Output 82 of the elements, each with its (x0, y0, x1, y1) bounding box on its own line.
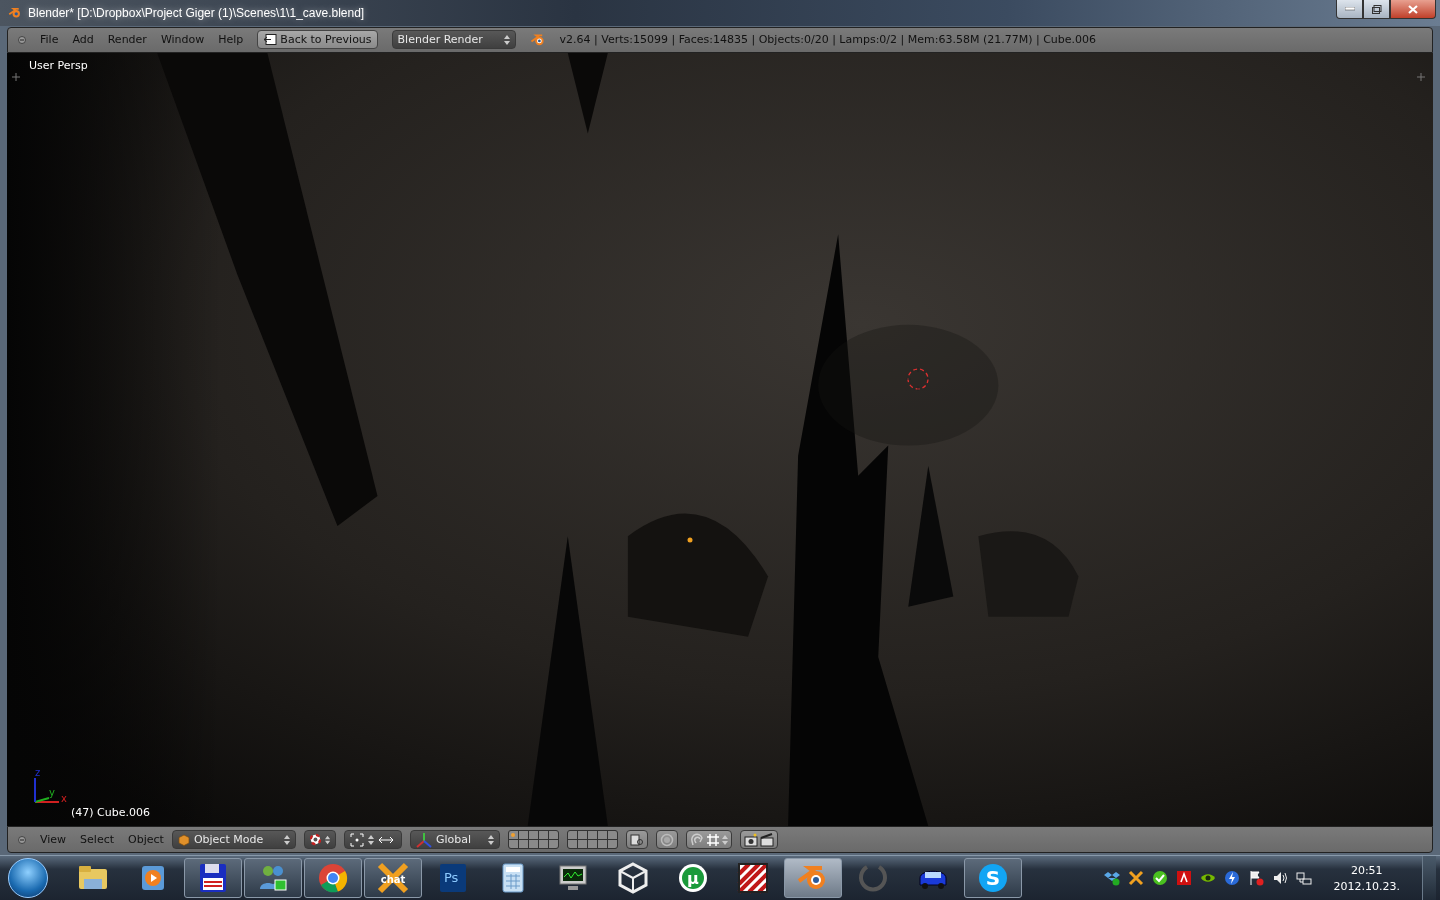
taskbar-button[interactable]: chat (364, 858, 422, 898)
adobe-icon[interactable] (1175, 870, 1192, 886)
dropbox-icon[interactable] (1103, 870, 1120, 886)
start-button[interactable] (8, 858, 48, 898)
menu-item[interactable]: View (40, 833, 67, 846)
pivot-dropdown[interactable] (343, 830, 402, 849)
up-down-arrows-icon (324, 834, 330, 845)
taskbar-button[interactable]: µ (664, 858, 722, 898)
camera-icon (743, 832, 758, 847)
maximize-button[interactable] (1363, 0, 1390, 19)
proportional-edit-button[interactable] (655, 830, 678, 849)
back-screen-icon (263, 34, 278, 46)
scene-stats: v2.64 | Verts:15099 | Faces:14835 | Objects:0/20 | Lamps:0/2 | Mem:63.58M (21.77M) | Cube.006 (559, 33, 1097, 47)
magnet-icon (689, 832, 704, 847)
menu-item[interactable]: Add (72, 33, 94, 47)
up-down-arrows-icon (503, 34, 510, 45)
taskbar-button[interactable]: S (964, 858, 1022, 898)
menu-item[interactable]: Help (218, 33, 244, 47)
collapse-icon[interactable] (18, 835, 26, 844)
up-down-arrows-icon (283, 834, 290, 845)
show-desktop-button[interactable] (1422, 855, 1436, 900)
up-down-arrows-icon (721, 834, 728, 845)
cube-icon (616, 861, 650, 895)
check-icon[interactable] (1151, 870, 1168, 886)
taskbar-button[interactable]: Ps (424, 858, 482, 898)
minimize-icon (1344, 7, 1355, 11)
shading-dropdown[interactable] (303, 830, 336, 849)
clapperboard-icon (759, 832, 774, 847)
speaker-icon[interactable] (1271, 870, 1288, 886)
network-icon[interactable] (1295, 870, 1312, 886)
menu-item[interactable]: Render (107, 33, 147, 47)
layer-buttons[interactable] (566, 830, 618, 849)
bounding-box-icon (349, 832, 364, 847)
skype-icon: S (976, 861, 1010, 895)
close-button[interactable] (1390, 0, 1436, 19)
mode-dropdown[interactable]: Object Mode (171, 830, 296, 849)
origin-dot-icon (687, 536, 693, 543)
axes-icon (415, 831, 432, 848)
menu-item[interactable]: Select (80, 833, 115, 846)
axis-label: z (35, 768, 41, 778)
lock-icon (629, 832, 644, 847)
collapse-icon[interactable] (18, 35, 26, 44)
crosshair-icon (906, 366, 930, 391)
blender-logo-icon (8, 5, 22, 20)
minimize-button[interactable] (1336, 0, 1363, 19)
orientation-dropdown[interactable]: Global (409, 830, 500, 849)
render-engine-dropdown[interactable]: Blender Render (391, 30, 516, 50)
taskbar-button[interactable] (304, 858, 362, 898)
cube-icon (177, 833, 190, 846)
back-to-previous-button[interactable]: Back to Previous (257, 30, 378, 50)
plus-icon[interactable] (1417, 72, 1425, 81)
snap-button[interactable] (685, 830, 732, 849)
menu-item[interactable]: Object (128, 833, 164, 846)
taskbar-button[interactable] (184, 858, 242, 898)
close-icon (1408, 4, 1418, 14)
lifebuoy-icon (309, 833, 321, 846)
cross-icon[interactable] (1127, 870, 1144, 886)
axis-label: y (49, 787, 55, 798)
torrent-icon: µ (676, 861, 710, 895)
object-label: (47) Cube.006 (71, 806, 150, 819)
window-title: Blender* [D:\Dropbox\Project Giger (1)\Scenes\1\1_cave.blend] (28, 5, 365, 20)
blender-logo-icon (529, 32, 546, 47)
layer-buttons[interactable] (507, 830, 559, 849)
axis-gizmo-drawing (34, 777, 60, 803)
striped-square-icon (736, 861, 770, 895)
layer-lock-button[interactable] (625, 830, 648, 849)
plus-icon[interactable] (12, 72, 20, 81)
restore-icon (1371, 4, 1382, 14)
lightning-icon[interactable] (1223, 870, 1240, 886)
view-label: User Persp (29, 58, 88, 72)
axis-label: x (61, 793, 67, 804)
menu-item[interactable]: Window (160, 33, 205, 47)
flag-icon[interactable] (1247, 870, 1264, 886)
circle-icon (659, 832, 674, 847)
clock-time: 20:51 (1350, 863, 1383, 877)
snap-grid-icon (705, 832, 720, 847)
menu-item[interactable]: File (40, 33, 59, 47)
chrome-icon (316, 861, 350, 895)
render-buttons[interactable] (739, 830, 778, 849)
up-down-arrows-icon (367, 834, 374, 845)
up-down-arrows-icon (487, 834, 494, 845)
clock-date: 2012.10.23. (1333, 879, 1400, 893)
